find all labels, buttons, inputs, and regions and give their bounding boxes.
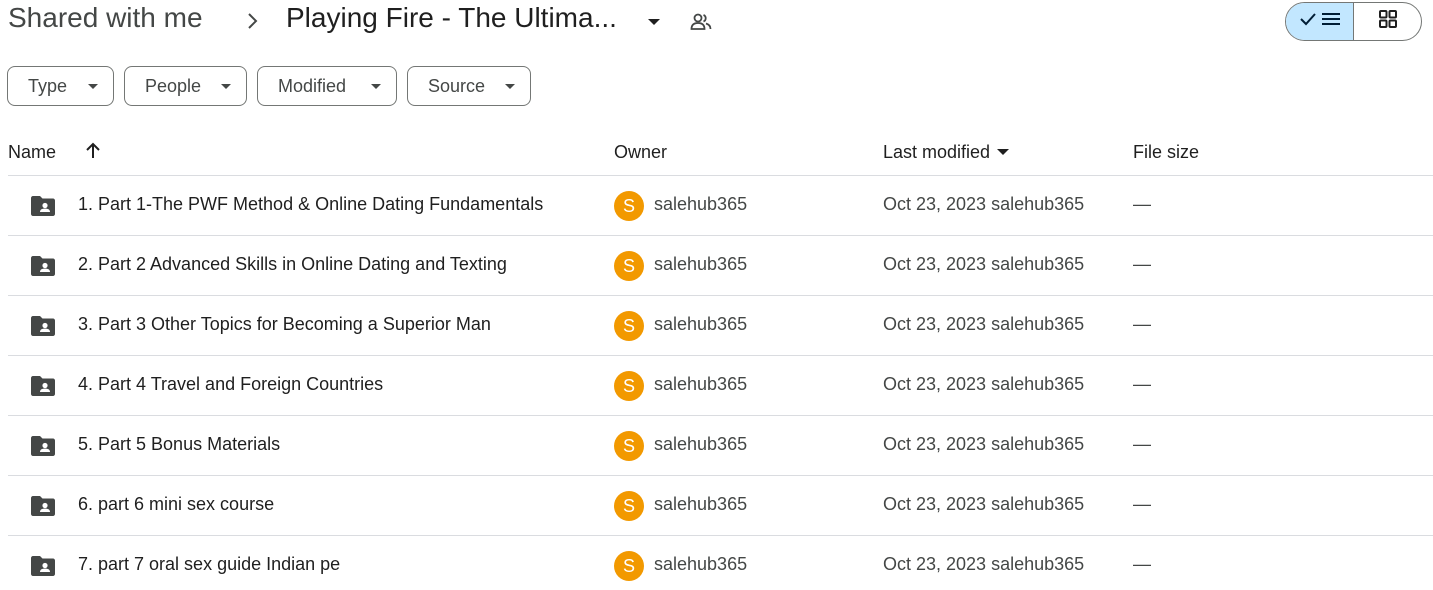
file-size: — — [1133, 254, 1151, 274]
shared-folder-icon — [30, 435, 56, 457]
filter-type-label: Type — [28, 75, 68, 96]
table-row[interactable]: 7. part 7 oral sex guide Indian pe S sal… — [8, 536, 1433, 590]
owner-name: salehub365 — [654, 194, 748, 214]
owner-name: salehub365 — [654, 374, 748, 394]
owner-name: salehub365 — [654, 494, 748, 514]
file-size: — — [1133, 554, 1151, 574]
column-header-owner: Owner — [614, 141, 668, 162]
filter-modified-chip[interactable]: Modified — [257, 66, 397, 106]
owner-name: salehub365 — [654, 434, 748, 454]
table-row[interactable]: 6. part 6 mini sex course S salehub365 O… — [8, 476, 1433, 536]
list-icon — [1321, 11, 1341, 32]
file-size: — — [1133, 434, 1151, 454]
table-row[interactable]: 4. Part 4 Travel and Foreign Countries S… — [8, 356, 1433, 416]
avatar: S — [614, 491, 644, 521]
column-header-file-size: File size — [1133, 141, 1200, 162]
shared-folder-icon — [30, 255, 56, 277]
column-header-last-modified-label: Last modified — [883, 141, 991, 162]
avatar: S — [614, 551, 644, 581]
arrow-drop-down-icon — [504, 81, 516, 93]
grid-view-button[interactable] — [1354, 3, 1421, 40]
breadcrumb-shared-with-me[interactable]: Shared with me — [8, 2, 203, 34]
avatar: S — [614, 251, 644, 281]
view-toggle — [1285, 2, 1422, 41]
filter-modified-label: Modified — [278, 75, 347, 96]
file-name: 3. Part 3 Other Topics for Becoming a Su… — [78, 314, 491, 334]
owner-name: salehub365 — [654, 554, 748, 574]
arrow-drop-down-icon — [220, 81, 232, 93]
chevron-right-icon — [243, 10, 261, 32]
filter-people-chip[interactable]: People — [124, 66, 247, 106]
last-modified: Oct 23, 2023 salehub365 — [883, 374, 1085, 394]
filter-type-chip[interactable]: Type — [7, 66, 114, 106]
last-modified: Oct 23, 2023 salehub365 — [883, 554, 1085, 574]
breadcrumb-current-folder[interactable]: Playing Fire - The Ultima... — [286, 2, 631, 34]
list-view-button[interactable] — [1286, 3, 1354, 40]
arrow-drop-down-icon — [370, 81, 382, 93]
table-row[interactable]: 5. Part 5 Bonus Materials S salehub365 O… — [8, 416, 1433, 476]
last-modified: Oct 23, 2023 salehub365 — [883, 434, 1085, 454]
drive-folder-view: Shared with me Playing Fire - The Ultima… — [0, 0, 1433, 590]
file-size: — — [1133, 374, 1151, 394]
breadcrumb: Shared with me Playing Fire - The Ultima… — [0, 0, 1433, 44]
grid-icon — [1378, 9, 1398, 34]
file-size: — — [1133, 494, 1151, 514]
last-modified: Oct 23, 2023 salehub365 — [883, 194, 1085, 214]
arrow-drop-down-icon — [997, 148, 1010, 156]
column-header-last-modified[interactable]: Last modified — [883, 140, 1010, 164]
people-icon[interactable] — [688, 9, 714, 35]
file-list: 1. Part 1-The PWF Method & Online Dating… — [8, 176, 1433, 590]
last-modified: Oct 23, 2023 salehub365 — [883, 494, 1085, 514]
arrow-drop-down-icon[interactable] — [642, 10, 666, 34]
avatar: S — [614, 371, 644, 401]
avatar: S — [614, 191, 644, 221]
shared-folder-icon — [30, 315, 56, 337]
file-name: 2. Part 2 Advanced Skills in Online Dati… — [78, 254, 507, 274]
last-modified: Oct 23, 2023 salehub365 — [883, 254, 1085, 274]
file-name: 4. Part 4 Travel and Foreign Countries — [78, 374, 384, 394]
file-name: 7. part 7 oral sex guide Indian pe — [78, 554, 341, 574]
file-name: 6. part 6 mini sex course — [78, 494, 275, 514]
filter-source-label: Source — [428, 75, 486, 96]
avatar: S — [614, 311, 644, 341]
filter-people-label: People — [145, 75, 202, 96]
shared-folder-icon — [30, 555, 56, 577]
shared-folder-icon — [30, 375, 56, 397]
file-size: — — [1133, 314, 1151, 334]
shared-folder-icon — [30, 495, 56, 517]
file-name: 5. Part 5 Bonus Materials — [78, 434, 281, 454]
last-modified: Oct 23, 2023 salehub365 — [883, 314, 1085, 334]
table-row[interactable]: 1. Part 1-The PWF Method & Online Dating… — [8, 176, 1433, 236]
arrow-drop-down-icon — [87, 81, 99, 93]
table-row[interactable]: 2. Part 2 Advanced Skills in Online Dati… — [8, 236, 1433, 296]
arrow-up-icon[interactable] — [82, 139, 104, 163]
owner-name: salehub365 — [654, 254, 748, 274]
file-size: — — [1133, 194, 1151, 214]
file-name: 1. Part 1-The PWF Method & Online Dating… — [78, 194, 544, 214]
column-header-name[interactable]: Name — [8, 140, 56, 164]
avatar: S — [614, 431, 644, 461]
check-icon — [1299, 12, 1317, 31]
owner-name: salehub365 — [654, 314, 748, 334]
table-row[interactable]: 3. Part 3 Other Topics for Becoming a Su… — [8, 296, 1433, 356]
shared-folder-icon — [30, 195, 56, 217]
filter-source-chip[interactable]: Source — [407, 66, 531, 106]
